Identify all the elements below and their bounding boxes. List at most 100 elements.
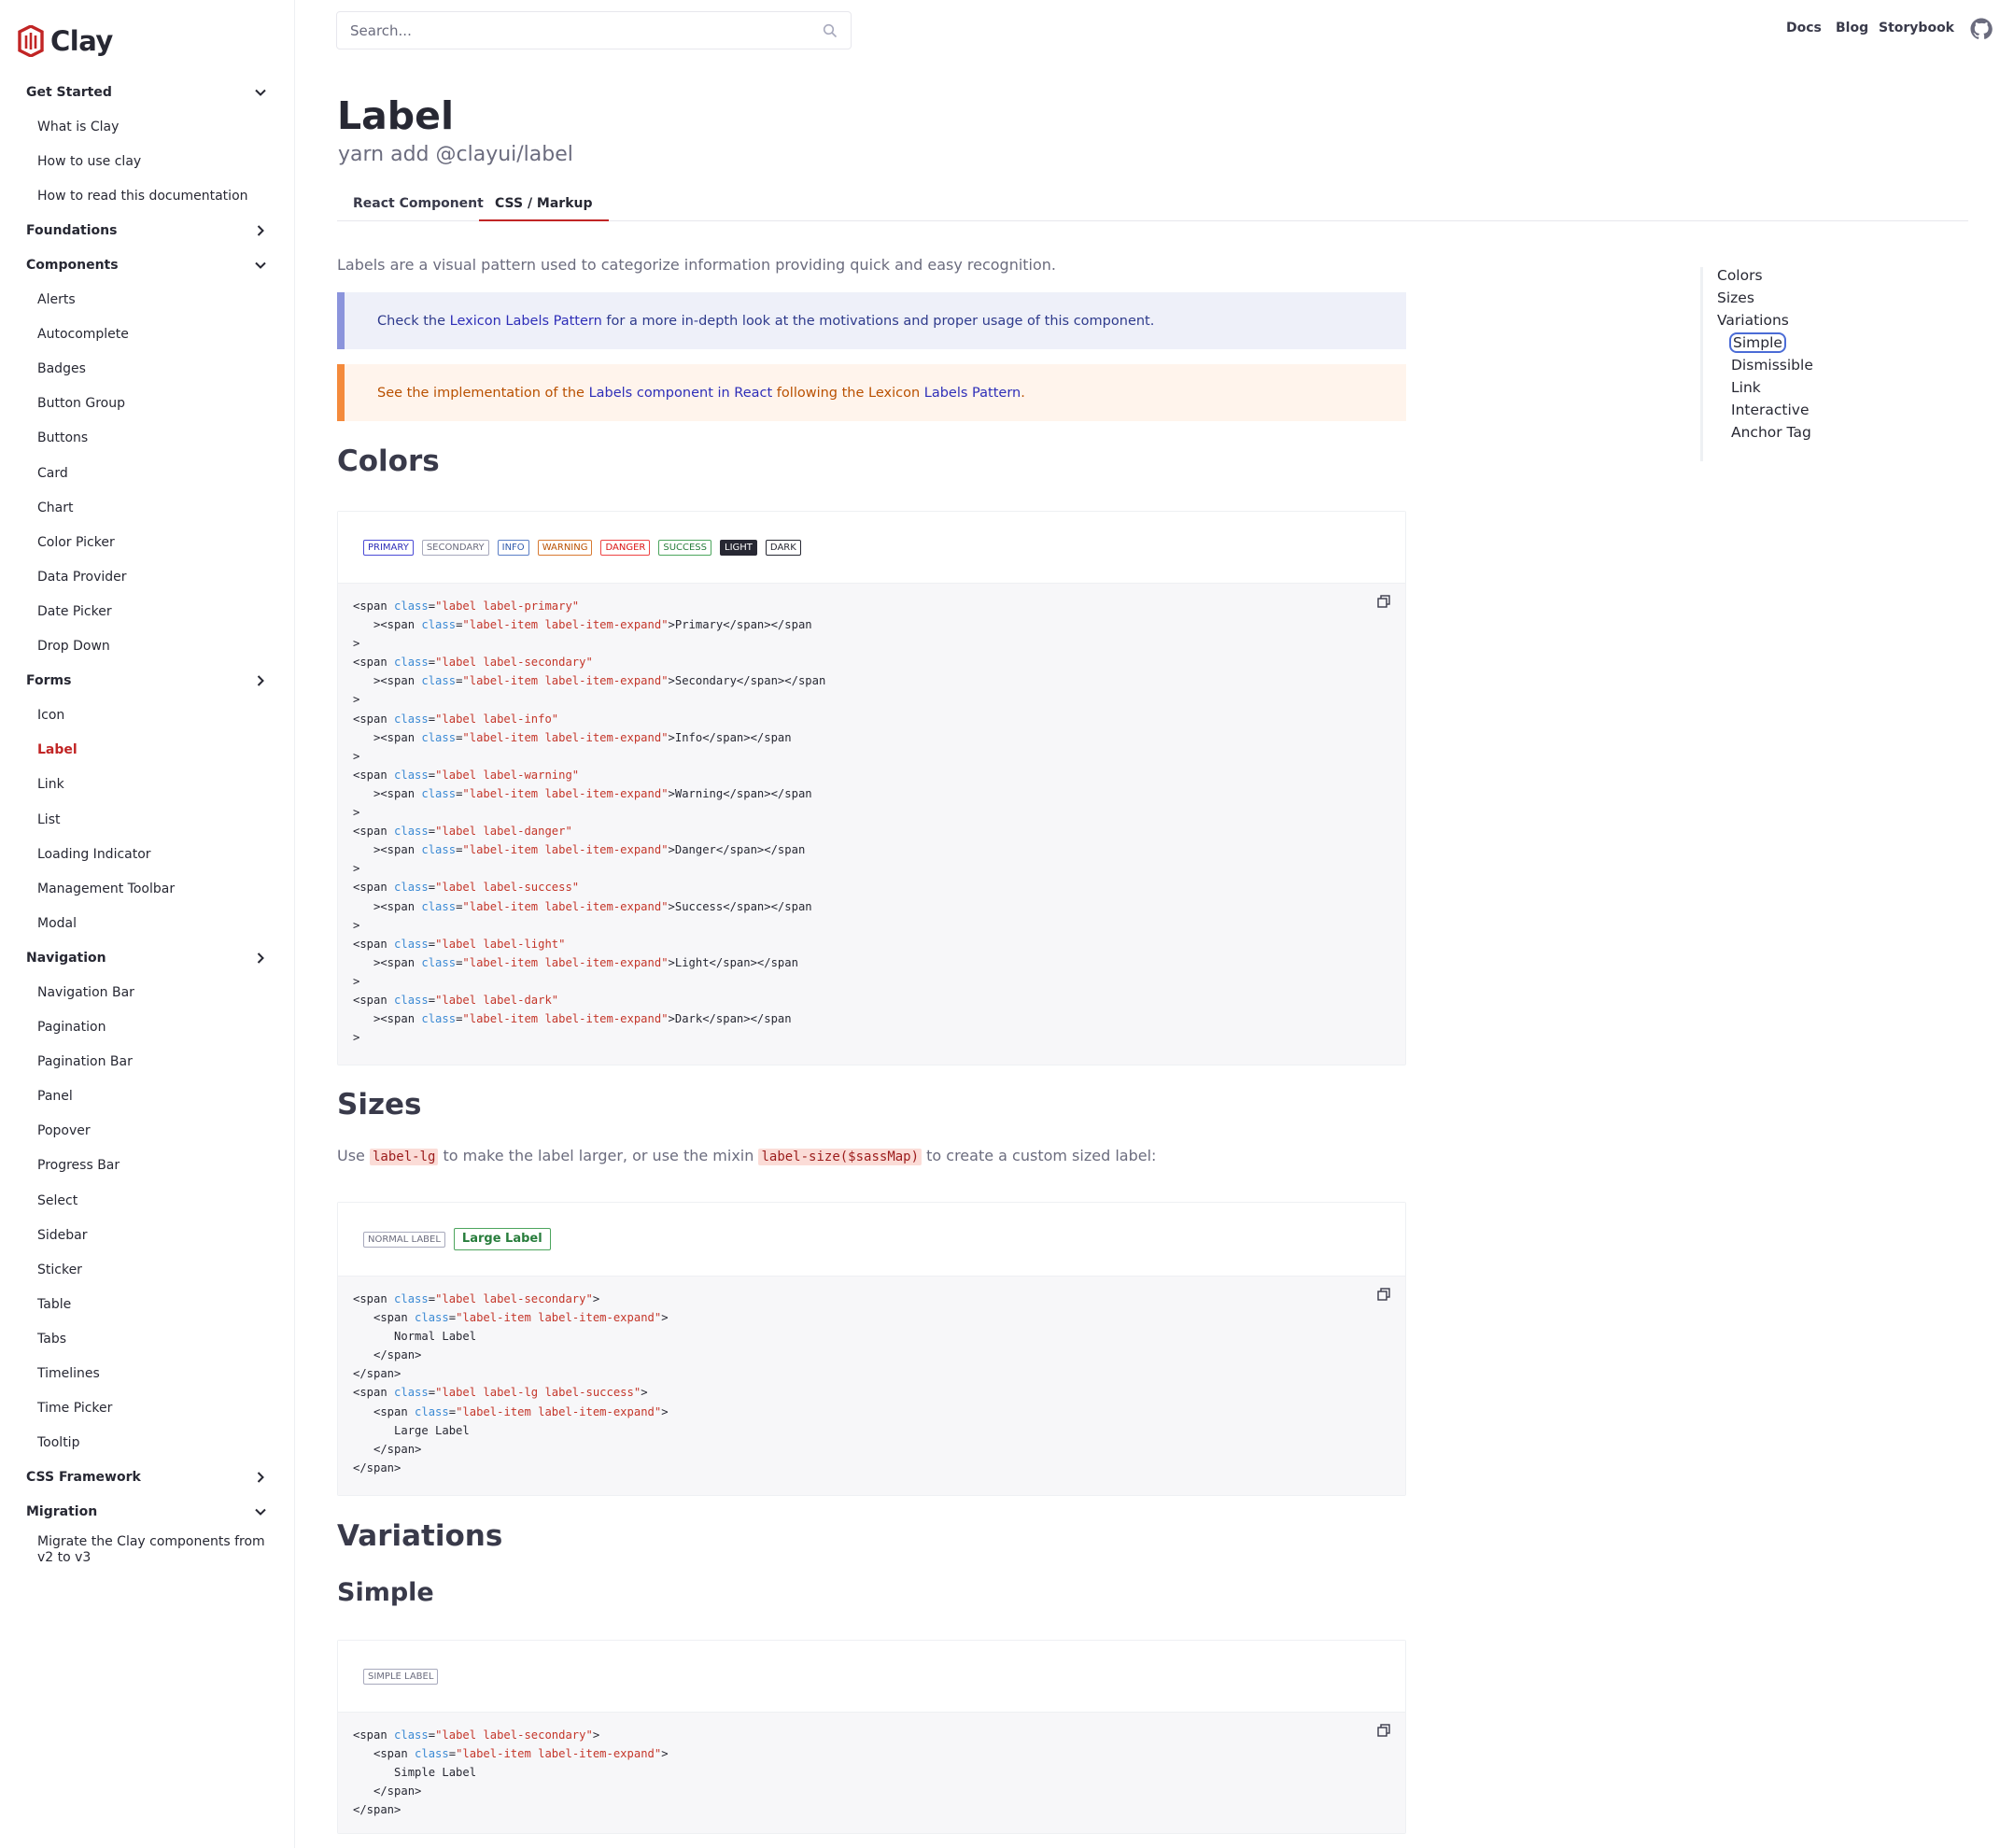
sidebar-item-label: Buttons (37, 430, 89, 446)
toc-item-interactive[interactable]: Interactive (1731, 402, 1810, 418)
sidebar-item-data-provider[interactable]: Data Provider (0, 559, 295, 594)
sidebar-item-button-group[interactable]: Button Group (0, 387, 295, 421)
toc-item-sizes[interactable]: Sizes (1717, 289, 1754, 306)
sizes-preview: NORMAL LABEL Large Label (338, 1203, 1405, 1277)
tab-bar: React Component CSS / Markup (337, 192, 1968, 221)
github-icon[interactable] (1970, 18, 1993, 40)
sidebar-item-management-toolbar[interactable]: Management Toolbar (0, 871, 295, 906)
labels-pattern-link[interactable]: Labels Pattern (924, 386, 1021, 401)
sidebar-item-label: Color Picker (37, 534, 115, 550)
sidebar-item-tooltip[interactable]: Tooltip (0, 1426, 295, 1460)
sidebar-item-what-is-clay[interactable]: What is Clay (0, 109, 295, 144)
sidebar-item-card[interactable]: Card (0, 456, 295, 490)
label-warning: WARNING (537, 539, 593, 556)
chevron-down-icon[interactable] (254, 1505, 267, 1518)
chevron-right-icon[interactable] (254, 952, 267, 965)
sidebar-item-label: Forms (26, 673, 72, 689)
sidebar-item-autocomplete[interactable]: Autocomplete (0, 317, 295, 352)
sidebar-item-label: Tooltip (37, 1435, 80, 1451)
sizes-code: <span class="label label-secondary"> <sp… (353, 1292, 669, 1474)
sidebar-item-label: CSS Framework (26, 1470, 141, 1486)
sidebar-item-buttons[interactable]: Buttons (0, 421, 295, 456)
sidebar-item-alerts[interactable]: Alerts (0, 283, 295, 317)
sidebar-item-popover[interactable]: Popover (0, 1114, 295, 1149)
sidebar-item-list[interactable]: List (0, 802, 295, 837)
sidebar-item-sticker[interactable]: Sticker (0, 1252, 295, 1287)
sidebar-section-migration[interactable]: Migration (0, 1495, 295, 1530)
chevron-right-icon[interactable] (254, 674, 267, 687)
sidebar-item-time-picker[interactable]: Time Picker (0, 1391, 295, 1426)
chevron-down-icon[interactable] (254, 86, 267, 99)
copy-icon[interactable] (1377, 595, 1390, 608)
sidebar-item-drop-down[interactable]: Drop Down (0, 629, 295, 664)
sidebar-item-tabs[interactable]: Tabs (0, 1321, 295, 1356)
sidebar-item-label: Button Group (37, 396, 125, 412)
toc-item-dismissible[interactable]: Dismissible (1731, 357, 1813, 374)
search-icon[interactable] (823, 23, 838, 38)
search-input[interactable] (350, 12, 817, 49)
tab-css-markup[interactable]: CSS / Markup (479, 192, 609, 221)
topnav-docs[interactable]: Docs (1786, 21, 1822, 35)
search-box[interactable] (336, 11, 852, 49)
sidebar-section-forms[interactable]: Forms (0, 664, 295, 698)
sizes-text: Use label-lg to make the label larger, o… (337, 1147, 1156, 1165)
chevron-right-icon[interactable] (254, 1471, 267, 1484)
sidebar-item-link[interactable]: Link (0, 768, 295, 802)
brand-logo[interactable]: Clay (18, 22, 113, 60)
sidebar-item-migrate-the-clay-components-from-v2-to-v3[interactable]: Migrate the Clay components from v2 to v… (0, 1530, 295, 1573)
sidebar-section-components[interactable]: Components (0, 247, 295, 282)
sidebar-item-label: Date Picker (37, 603, 112, 619)
sidebar-section-foundations[interactable]: Foundations (0, 213, 295, 247)
copy-icon[interactable] (1377, 1724, 1390, 1737)
normal-label: NORMAL LABEL (363, 1231, 445, 1248)
sidebar-item-color-picker[interactable]: Color Picker (0, 525, 295, 559)
toc-item-simple[interactable]: Simple (1729, 332, 1786, 353)
sidebar-item-label: Migration (26, 1504, 98, 1520)
labels-component-react-link[interactable]: Labels component in React (589, 386, 773, 401)
sidebar-item-label[interactable]: Label (0, 733, 295, 768)
toc-item-anchor-tag[interactable]: Anchor Tag (1731, 424, 1811, 441)
sidebar-item-panel[interactable]: Panel (0, 1079, 295, 1114)
sidebar-item-pagination-bar[interactable]: Pagination Bar (0, 1045, 295, 1079)
sidebar-item-table[interactable]: Table (0, 1287, 295, 1321)
sidebar-item-sidebar[interactable]: Sidebar (0, 1218, 295, 1252)
sidebar-item-label: Alerts (37, 292, 76, 308)
sidebar-item-loading-indicator[interactable]: Loading Indicator (0, 837, 295, 871)
page-title: Label (337, 93, 455, 138)
chevron-right-icon[interactable] (254, 224, 267, 237)
sidebar-item-timelines[interactable]: Timelines (0, 1356, 295, 1390)
label-danger: DANGER (600, 539, 651, 556)
sidebar-item-icon[interactable]: Icon (0, 698, 295, 733)
sidebar-item-progress-bar[interactable]: Progress Bar (0, 1149, 295, 1183)
sidebar-item-label: Popover (37, 1123, 91, 1139)
brand-name: Clay (50, 25, 113, 57)
copy-icon[interactable] (1377, 1288, 1390, 1301)
toc-item-variations[interactable]: Variations (1717, 312, 1789, 329)
sidebar-item-select[interactable]: Select (0, 1183, 295, 1218)
sidebar-item-date-picker[interactable]: Date Picker (0, 594, 295, 628)
topnav-storybook[interactable]: Storybook (1879, 21, 1954, 35)
topnav-blog[interactable]: Blog (1836, 21, 1868, 35)
chevron-down-icon[interactable] (254, 259, 267, 272)
sidebar-item-pagination[interactable]: Pagination (0, 1010, 295, 1045)
sidebar-section-get-started[interactable]: Get Started (0, 75, 295, 109)
toc-item-colors[interactable]: Colors (1717, 267, 1763, 284)
lexicon-labels-pattern-link[interactable]: Lexicon Labels Pattern (450, 314, 602, 329)
sidebar-item-label: Migrate the Clay components from v2 to v… (37, 1533, 265, 1565)
sidebar-item-label: Card (37, 465, 68, 481)
sidebar-item-badges[interactable]: Badges (0, 352, 295, 387)
label-success: SUCCESS (658, 539, 712, 556)
sidebar-item-how-to-read-this-documentation[interactable]: How to read this documentation (0, 178, 295, 213)
colors-code: <span class="label label-primary" ><span… (353, 600, 826, 1045)
sidebar-section-css-framework[interactable]: CSS Framework (0, 1460, 295, 1495)
sidebar-item-chart[interactable]: Chart (0, 490, 295, 525)
sidebar-item-modal[interactable]: Modal (0, 906, 295, 940)
sidebar-item-how-to-use-clay[interactable]: How to use clay (0, 144, 295, 178)
label-secondary: SECONDARY (421, 539, 489, 556)
sidebar-section-navigation[interactable]: Navigation (0, 940, 295, 975)
toc-item-link[interactable]: Link (1731, 379, 1761, 396)
sidebar-item-navigation-bar[interactable]: Navigation Bar (0, 975, 295, 1009)
sidebar-item-label: Select (37, 1192, 78, 1208)
sidebar-item-label: Progress Bar (37, 1158, 120, 1174)
tab-react-component[interactable]: React Component (337, 192, 500, 221)
